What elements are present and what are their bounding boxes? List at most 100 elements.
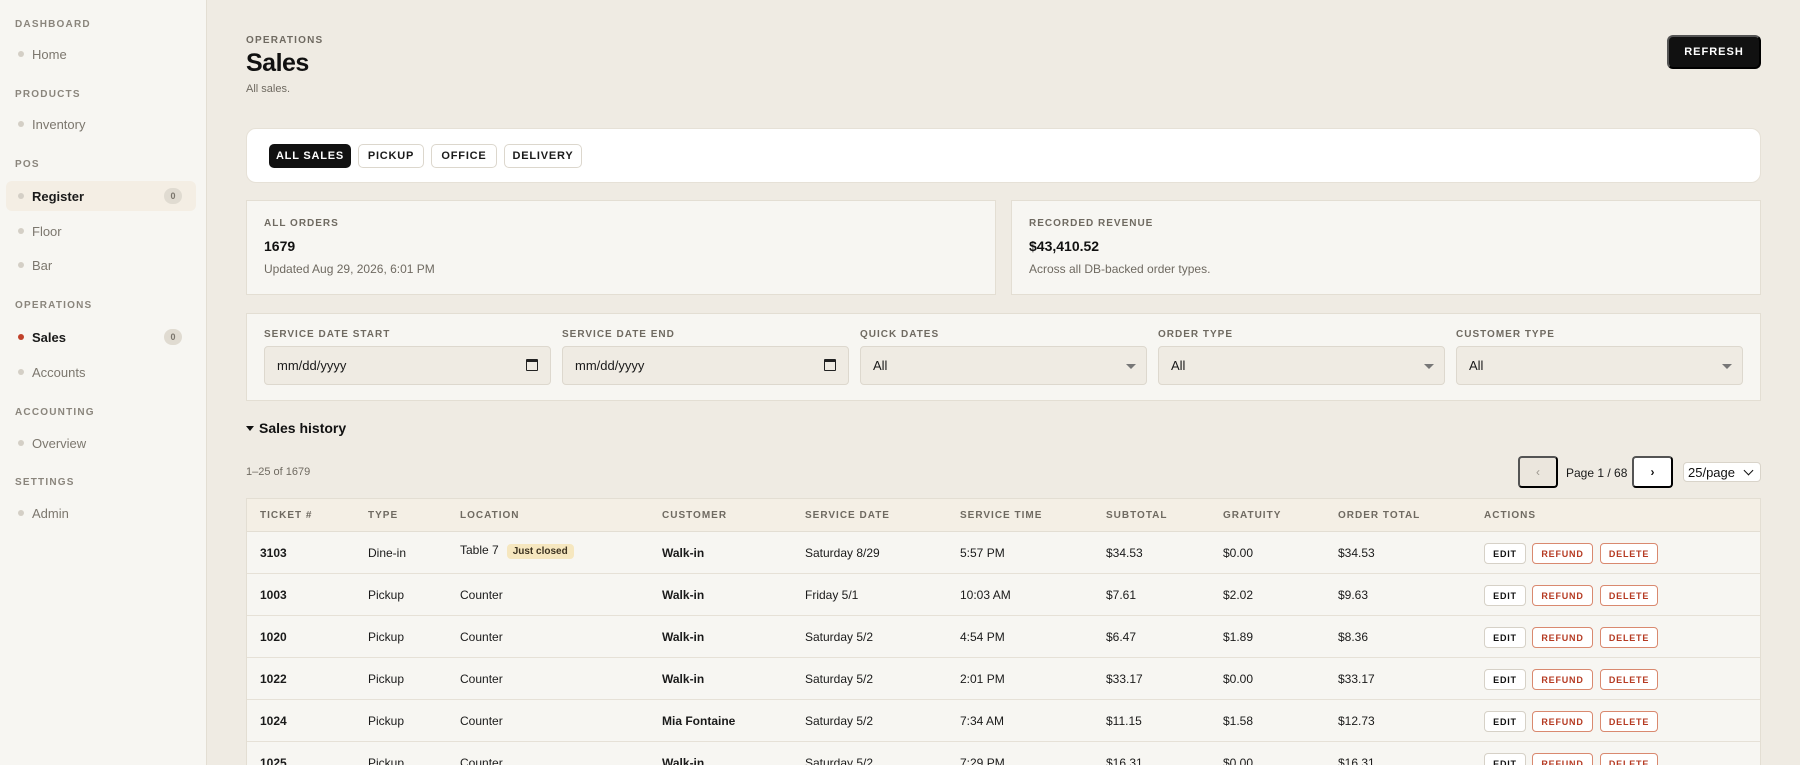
nav-heading-dashboard: DASHBOARD [15, 19, 91, 30]
nav-dot-icon [18, 193, 24, 199]
order-total-cell: $34.53 [1338, 546, 1375, 560]
table-row[interactable]: 3103 Dine-in Table 7 Just closed Walk-in … [247, 532, 1760, 574]
table-row[interactable]: 1022 Pickup Counter Walk-in Saturday 5/2… [247, 658, 1760, 700]
sidebar-item-register[interactable]: Register 0 [6, 181, 196, 211]
next-page-button[interactable]: › [1632, 456, 1673, 488]
table-row[interactable]: 1020 Pickup Counter Walk-in Saturday 5/2… [247, 616, 1760, 658]
service-date-start-input[interactable]: mm/dd/yyyy [264, 346, 551, 385]
edit-button[interactable]: EDIT [1484, 753, 1526, 765]
table-row[interactable]: 1003 Pickup Counter Walk-in Friday 5/1 1… [247, 574, 1760, 616]
sales-table: TICKET # TYPE LOCATION CUSTOMER SERVICE … [246, 498, 1761, 765]
customer-cell: Walk-in [662, 630, 705, 644]
delete-button[interactable]: DELETE [1600, 711, 1658, 732]
refund-button[interactable]: REFUND [1532, 627, 1593, 648]
order-total-cell: $8.36 [1338, 630, 1369, 644]
per-page-select[interactable]: 25/page [1683, 462, 1761, 482]
date-value: mm/dd/yyyy [277, 358, 347, 373]
stat-label: RECORDED REVENUE [1029, 218, 1154, 229]
sidebar-item-label: Sales [32, 329, 66, 345]
date-value: mm/dd/yyyy [575, 358, 645, 373]
table-row[interactable]: 1025 Pickup Counter Walk-in Saturday 5/2… [247, 742, 1760, 765]
gratuity-cell: $0.00 [1223, 756, 1254, 765]
select-value: All [1469, 358, 1484, 373]
delete-button[interactable]: DELETE [1600, 753, 1658, 765]
calendar-icon[interactable] [824, 359, 836, 371]
nav-heading-accounting: ACCOUNTING [15, 407, 95, 418]
select-value: All [1171, 358, 1186, 373]
result-range: 1–25 of 1679 [246, 466, 311, 478]
type-cell: Pickup [368, 588, 405, 602]
filter-service-date-start: SERVICE DATE START mm/dd/yyyy [264, 329, 551, 385]
column-header: ORDER TOTAL [1338, 510, 1421, 521]
refund-button[interactable]: REFUND [1532, 543, 1593, 564]
filter-label: QUICK DATES [860, 329, 940, 340]
tab-office[interactable]: OFFICE [431, 144, 497, 168]
service-date-cell: Saturday 5/2 [805, 756, 874, 765]
table-row[interactable]: 1024 Pickup Counter Mia Fontaine Saturda… [247, 700, 1760, 742]
delete-button[interactable]: DELETE [1600, 585, 1658, 606]
column-header: ACTIONS [1484, 510, 1536, 521]
order-type-select[interactable]: All [1158, 346, 1445, 385]
service-date-cell: Saturday 5/2 [805, 714, 874, 728]
sidebar-item-label: Floor [32, 223, 62, 239]
type-cell: Pickup [368, 630, 405, 644]
sidebar-item-label: Home [32, 46, 67, 62]
calendar-icon[interactable] [526, 359, 538, 371]
edit-button[interactable]: EDIT [1484, 627, 1526, 648]
filters-panel: SERVICE DATE START mm/dd/yyyy SERVICE DA… [246, 313, 1761, 401]
sidebar-item-overview[interactable]: Overview [6, 428, 196, 458]
sidebar-item-bar[interactable]: Bar [6, 250, 196, 280]
sales-history-toggle[interactable]: Sales history [246, 420, 346, 436]
count-badge: 0 [164, 329, 182, 345]
sidebar-item-inventory[interactable]: Inventory [6, 109, 196, 139]
sidebar-item-label: Register [32, 188, 85, 204]
count-badge: 0 [164, 188, 182, 204]
order-type-tabs: ALL SALES PICKUP OFFICE DELIVERY [246, 128, 1761, 183]
sidebar-item-accounts[interactable]: Accounts [6, 357, 196, 387]
refund-button[interactable]: REFUND [1532, 753, 1593, 765]
sidebar-item-admin[interactable]: Admin [6, 498, 196, 528]
refund-button[interactable]: REFUND [1532, 711, 1593, 732]
edit-button[interactable]: EDIT [1484, 711, 1526, 732]
quick-dates-select[interactable]: All [860, 346, 1147, 385]
column-header: SERVICE TIME [960, 510, 1043, 521]
order-total-cell: $12.73 [1338, 714, 1375, 728]
edit-button[interactable]: EDIT [1484, 585, 1526, 606]
sidebar-item-home[interactable]: Home [6, 39, 196, 69]
customer-type-select[interactable]: All [1456, 346, 1743, 385]
tab-delivery[interactable]: DELIVERY [504, 144, 582, 168]
sidebar-item-sales[interactable]: Sales 0 [6, 322, 196, 352]
service-date-end-input[interactable]: mm/dd/yyyy [562, 346, 849, 385]
customer-cell: Walk-in [662, 672, 705, 686]
edit-button[interactable]: EDIT [1484, 543, 1526, 564]
column-header: TYPE [368, 510, 399, 521]
service-date-cell: Saturday 5/2 [805, 672, 874, 686]
refund-button[interactable]: REFUND [1532, 585, 1593, 606]
gratuity-cell: $0.00 [1223, 546, 1254, 560]
type-cell: Dine-in [368, 546, 407, 560]
ticket-cell: 1003 [260, 588, 287, 602]
delete-button[interactable]: DELETE [1600, 543, 1658, 564]
subtotal-cell: $33.17 [1106, 672, 1143, 686]
refresh-button[interactable]: REFRESH [1667, 35, 1761, 69]
gratuity-cell: $2.02 [1223, 588, 1254, 602]
service-time-cell: 7:34 AM [960, 714, 1005, 728]
delete-button[interactable]: DELETE [1600, 627, 1658, 648]
sidebar-item-label: Overview [32, 435, 87, 451]
sidebar-item-floor[interactable]: Floor [6, 216, 196, 246]
service-time-cell: 4:54 PM [960, 630, 1005, 644]
location-cell: Counter [460, 630, 503, 644]
column-header: GRATUITY [1223, 510, 1282, 521]
refund-button[interactable]: REFUND [1532, 669, 1593, 690]
filter-label: SERVICE DATE START [264, 329, 391, 340]
tab-all-sales[interactable]: ALL SALES [269, 144, 351, 168]
prev-page-button[interactable]: ‹ [1518, 456, 1558, 488]
active-dot-icon [18, 334, 24, 340]
stat-note: Updated Aug 29, 2026, 6:01 PM [264, 262, 435, 276]
delete-button[interactable]: DELETE [1600, 669, 1658, 690]
page-subtitle: All sales. [246, 83, 291, 95]
page-title: Sales [246, 49, 309, 77]
tab-pickup[interactable]: PICKUP [358, 144, 424, 168]
service-time-cell: 5:57 PM [960, 546, 1005, 560]
edit-button[interactable]: EDIT [1484, 669, 1526, 690]
